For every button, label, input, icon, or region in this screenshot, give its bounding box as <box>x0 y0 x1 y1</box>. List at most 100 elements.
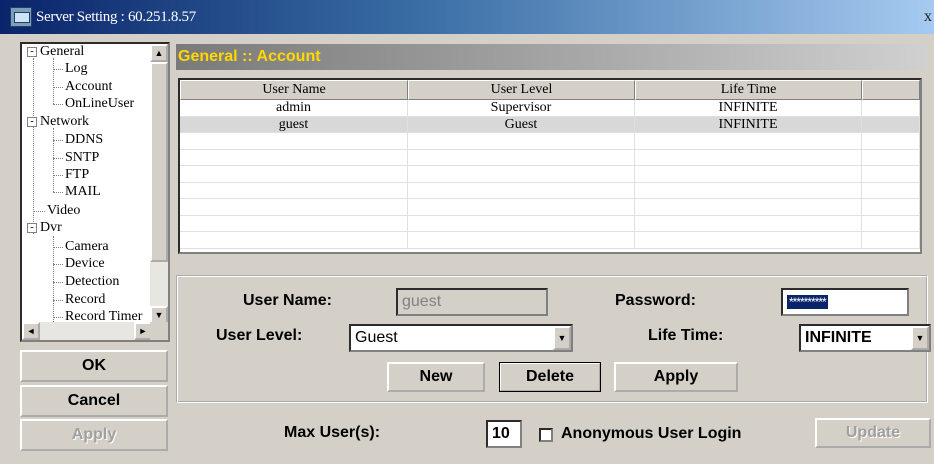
tree-item-ftp[interactable]: FTP <box>65 167 89 183</box>
update-button[interactable]: Update <box>815 418 931 448</box>
cell-life-time <box>635 133 862 149</box>
form-apply-button[interactable]: Apply <box>614 362 738 392</box>
cell-user-level <box>408 215 635 231</box>
settings-tree[interactable]: - General Log Account OnLineUser - Network… <box>20 42 170 342</box>
table-row[interactable]: admin Supervisor INFINITE <box>180 100 920 117</box>
ok-button[interactable]: OK <box>20 350 168 382</box>
cell-life-time: INFINITE <box>635 116 862 132</box>
tree-item-ddns[interactable]: DDNS <box>65 132 103 148</box>
table-row[interactable] <box>180 232 920 249</box>
table-row[interactable] <box>180 166 920 183</box>
cell-empty <box>862 149 920 165</box>
chevron-down-icon[interactable]: ▼ <box>911 326 929 350</box>
delete-button[interactable]: Delete <box>499 362 601 392</box>
tree-item-onlineuser[interactable]: OnLineUser <box>65 96 134 112</box>
chevron-down-icon[interactable]: ▼ <box>553 326 571 350</box>
tree-item-account[interactable]: Account <box>65 79 112 95</box>
cell-user-name <box>180 149 408 165</box>
tree-connector <box>53 236 54 326</box>
tree-vertical-scrollbar[interactable]: ▲ ▼ <box>150 44 168 324</box>
cell-user-level <box>408 133 635 149</box>
scroll-thumb[interactable] <box>150 62 168 262</box>
cell-user-level: Guest <box>408 116 635 132</box>
tree-horizontal-scrollbar[interactable]: ◄ ► <box>22 322 152 340</box>
tree-item-general[interactable]: - General <box>27 44 84 60</box>
app-icon <box>10 7 32 27</box>
user-level-select[interactable]: Guest ▼ <box>349 324 573 352</box>
cell-user-level: Supervisor <box>408 100 635 116</box>
user-level-value: Guest <box>355 329 398 346</box>
column-header-user-level[interactable]: User Level <box>408 80 635 100</box>
tree-item-sntp[interactable]: SNTP <box>65 150 99 166</box>
cell-user-name <box>180 215 408 231</box>
tree-item-mail[interactable]: MAIL <box>65 184 101 200</box>
cell-empty <box>862 215 920 231</box>
tree-connector <box>53 264 63 265</box>
tree-item-dvr[interactable]: - Dvr <box>27 220 62 236</box>
tree-connector <box>53 317 63 318</box>
life-time-select[interactable]: INFINITE ▼ <box>799 324 931 352</box>
tree-item-label: SNTP <box>65 150 100 165</box>
table-row[interactable] <box>180 182 920 199</box>
tree-item-camera[interactable]: Camera <box>65 239 109 255</box>
tree-connector <box>53 69 63 70</box>
tree-connector <box>53 247 63 248</box>
cell-user-name <box>180 199 408 215</box>
table-row[interactable] <box>180 149 920 166</box>
users-table[interactable]: User Name User Level Life Time admin Sup… <box>178 78 922 254</box>
anonymous-login-label: Anonymous User Login <box>561 425 742 442</box>
tree-item-record[interactable]: Record <box>65 292 105 308</box>
section-header: General :: Account <box>176 44 928 70</box>
tree-connector <box>53 192 63 193</box>
tree-connector <box>33 58 34 234</box>
window-title: Server Setting : 60.251.8.57 <box>36 8 196 25</box>
cell-life-time <box>635 166 862 182</box>
cell-empty <box>862 232 920 248</box>
tree-item-label: Camera <box>65 239 109 254</box>
life-time-label: Life Time: <box>648 327 724 344</box>
cell-user-level <box>408 182 635 198</box>
anonymous-login-checkbox[interactable] <box>539 428 553 442</box>
table-header: User Name User Level Life Time <box>180 80 920 100</box>
new-button[interactable]: New <box>387 362 485 392</box>
table-row[interactable] <box>180 133 920 150</box>
tree-item-video[interactable]: Video <box>47 203 80 219</box>
tree-item-detection[interactable]: Detection <box>65 274 119 290</box>
cell-user-level <box>408 232 635 248</box>
password-field[interactable]: ********** <box>781 288 909 316</box>
cancel-button[interactable]: Cancel <box>20 385 168 417</box>
life-time-value: INFINITE <box>805 329 872 346</box>
cell-life-time <box>635 199 862 215</box>
collapse-icon[interactable]: - <box>27 116 37 127</box>
table-row[interactable] <box>180 215 920 232</box>
scroll-up-icon[interactable]: ▲ <box>150 44 168 62</box>
tree-item-label: Device <box>65 256 105 271</box>
cell-user-name: admin <box>180 100 408 116</box>
cell-user-name <box>180 182 408 198</box>
cell-life-time <box>635 215 862 231</box>
column-header-user-name[interactable]: User Name <box>180 80 408 100</box>
cell-user-name <box>180 133 408 149</box>
cell-user-level <box>408 149 635 165</box>
tree-item-label: Log <box>65 61 88 76</box>
tree-item-label: Record <box>65 292 106 307</box>
scroll-left-icon[interactable]: ◄ <box>22 322 40 340</box>
column-header-life-time[interactable]: Life Time <box>635 80 862 100</box>
cell-empty <box>862 182 920 198</box>
table-row[interactable] <box>180 199 920 216</box>
scroll-corner <box>150 322 168 340</box>
table-row-selected[interactable]: guest Guest INFINITE <box>180 116 920 133</box>
collapse-icon[interactable]: - <box>27 222 37 233</box>
apply-button[interactable]: Apply <box>20 419 168 451</box>
tree-connector <box>53 140 63 141</box>
close-icon[interactable]: x <box>924 8 932 26</box>
max-users-field[interactable]: 10 <box>486 420 522 448</box>
tree-item-device[interactable]: Device <box>65 256 105 272</box>
cell-empty <box>862 199 920 215</box>
collapse-icon[interactable]: - <box>27 46 37 57</box>
tree-connector <box>53 175 63 176</box>
tree-item-network[interactable]: - Network <box>27 114 89 130</box>
password-label: Password: <box>615 292 696 309</box>
tree-item-log[interactable]: Log <box>65 61 88 77</box>
tree-item-label: OnLineUser <box>65 96 135 111</box>
